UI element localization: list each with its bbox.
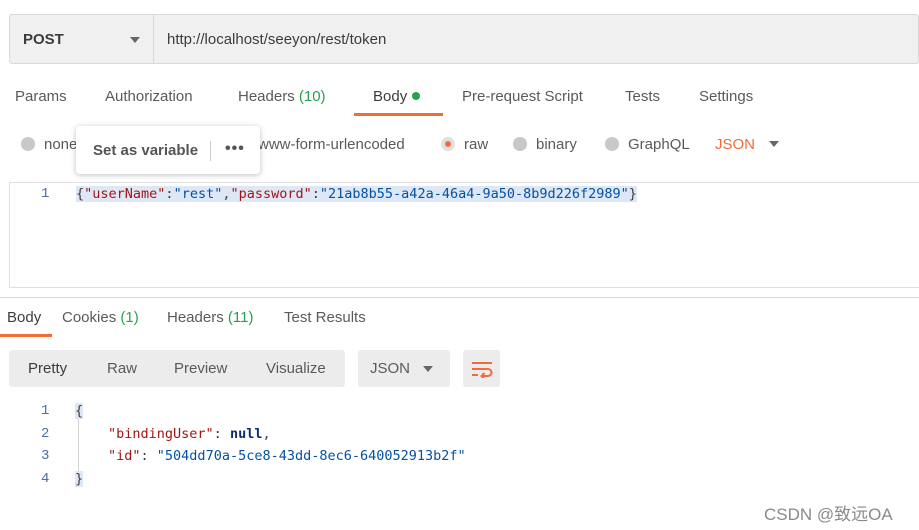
radio-urlencoded[interactable]: www-form-urlencoded — [258, 130, 405, 158]
radio-binary[interactable]: binary — [513, 130, 577, 158]
view-raw-button[interactable]: Raw — [107, 350, 137, 387]
raw-format-select[interactable]: JSON — [715, 130, 779, 158]
line-number: 1 — [41, 403, 50, 419]
json-key: "password" — [230, 186, 312, 202]
response-format-label: JSON — [370, 360, 411, 377]
json-null: null — [229, 426, 263, 442]
popup-divider — [210, 141, 211, 161]
json-colon: : — [213, 426, 222, 442]
line-number: 3 — [41, 448, 50, 464]
view-pretty-button[interactable]: Pretty — [28, 350, 67, 387]
radio-raw[interactable]: raw — [441, 130, 488, 158]
view-visualize-button[interactable]: Visualize — [266, 350, 326, 387]
radio-none-label: none — [44, 135, 78, 153]
radio-off-icon — [513, 137, 527, 151]
chevron-down-icon — [769, 141, 779, 147]
headers-count-badge: (10) — [298, 88, 326, 105]
raw-format-label: JSON — [715, 135, 756, 153]
view-preview-button[interactable]: Preview — [174, 350, 227, 387]
json-string: "rest" — [173, 186, 223, 202]
active-response-tab-indicator — [0, 334, 52, 337]
radio-binary-label: binary — [536, 135, 577, 153]
radio-off-icon — [21, 137, 35, 151]
request-body-code: {"userName":"rest","password":"21ab8b55-… — [76, 186, 637, 202]
radio-off-icon — [605, 137, 619, 151]
response-tab-cookies[interactable]: Cookies (1) — [62, 309, 139, 326]
json-brace: { — [76, 186, 85, 202]
json-key: "bindingUser" — [108, 426, 214, 442]
chevron-down-icon — [423, 366, 433, 372]
tab-prerequest-script[interactable]: Pre-request Script — [462, 88, 583, 105]
tab-headers[interactable]: Headers (10) — [238, 88, 326, 105]
request-bar: POST http://localhost/seeyon/rest/token — [9, 14, 919, 64]
response-tab-test-results[interactable]: Test Results — [284, 309, 366, 326]
set-as-variable-button[interactable]: Set as variable — [93, 142, 198, 159]
tab-tests[interactable]: Tests — [625, 88, 660, 105]
response-line-1: { — [75, 403, 84, 419]
watermark: CSDN @致远OA — [764, 505, 893, 524]
tab-body-label: Body — [373, 88, 408, 105]
tab-settings[interactable]: Settings — [699, 88, 753, 105]
tab-params[interactable]: Params — [15, 88, 67, 105]
json-colon: : — [311, 186, 320, 202]
response-line-2: "bindingUser": null, — [108, 426, 271, 442]
radio-graphql-label: GraphQL — [628, 135, 690, 153]
json-brace: } — [628, 186, 637, 202]
radio-on-icon — [441, 137, 455, 151]
view-mode-group: Pretty Raw Preview Visualize — [9, 350, 345, 387]
divider — [0, 297, 919, 298]
set-as-variable-popup: Set as variable ••• — [76, 126, 260, 174]
response-tab-headers-label: Headers — [167, 309, 224, 326]
json-brace: { — [75, 403, 84, 419]
indent-guide — [78, 418, 79, 474]
radio-graphql[interactable]: GraphQL — [605, 130, 690, 158]
response-tab-cookies-label: Cookies — [62, 309, 117, 326]
json-colon: : — [140, 448, 149, 464]
json-string: "504dd70a-5ce8-43dd-8ec6-640052913b2f" — [156, 448, 466, 464]
response-tab-body[interactable]: Body — [7, 309, 41, 326]
response-headers-count-badge: (11) — [227, 309, 254, 326]
tab-authorization[interactable]: Authorization — [105, 88, 193, 105]
json-key: "userName" — [84, 186, 166, 202]
tab-body[interactable]: Body — [373, 88, 421, 105]
json-string: "21ab8b55-a42a-46a4-9a50-8b9d226f2989" — [319, 186, 629, 202]
radio-urlencoded-label: www-form-urlencoded — [258, 135, 405, 153]
cookies-count-badge: (1) — [120, 309, 139, 326]
method-label: POST — [23, 30, 64, 48]
active-tab-indicator — [354, 113, 443, 116]
json-comma: , — [262, 426, 271, 442]
json-key: "id" — [108, 448, 141, 464]
tab-headers-label: Headers — [238, 88, 295, 105]
response-line-4: } — [75, 471, 84, 487]
line-number: 1 — [41, 186, 50, 202]
json-brace: } — [75, 471, 84, 487]
chevron-down-icon — [130, 37, 140, 43]
line-number: 4 — [41, 471, 50, 487]
body-indicator-dot-icon — [412, 92, 421, 100]
json-colon: : — [165, 186, 174, 202]
radio-none[interactable]: none — [21, 130, 77, 158]
wrap-line-icon — [471, 361, 492, 378]
response-line-3: "id": "504dd70a-5ce8-43dd-8ec6-640052913… — [108, 448, 466, 464]
url-input[interactable]: http://localhost/seeyon/rest/token — [167, 15, 386, 63]
response-format-select[interactable]: JSON — [358, 350, 450, 387]
more-options-icon[interactable]: ••• — [225, 140, 245, 158]
line-number: 2 — [41, 426, 50, 442]
wrap-line-button[interactable] — [463, 350, 500, 387]
radio-raw-label: raw — [464, 135, 489, 153]
method-select[interactable]: POST — [10, 15, 154, 63]
response-tab-headers[interactable]: Headers (11) — [167, 309, 253, 326]
